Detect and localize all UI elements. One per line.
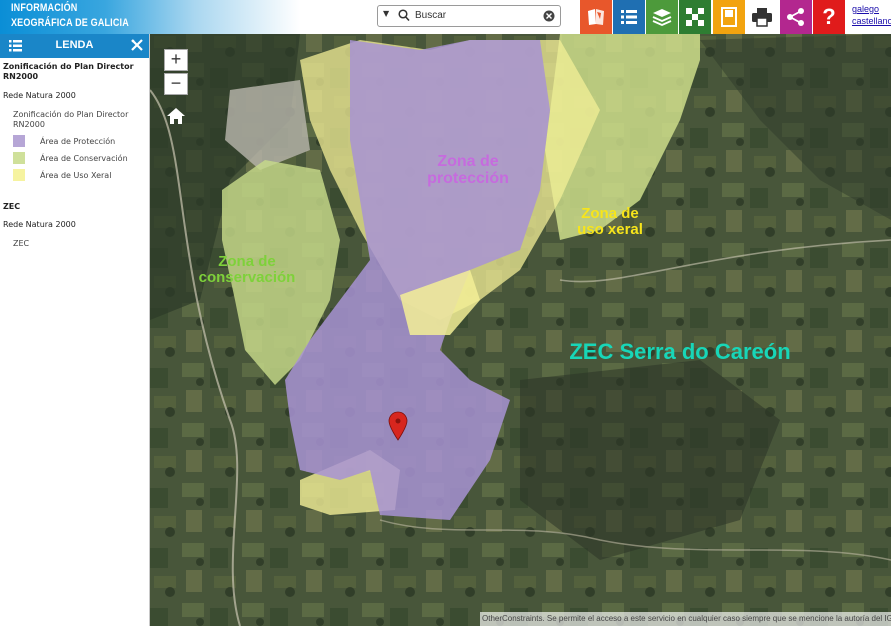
legend-item-conservacion: Área de Conservación (40, 154, 128, 163)
grid-button[interactable] (679, 0, 711, 34)
map-book-icon (588, 9, 604, 25)
map-attribution: OtherConstraints. Se permite el acceso a… (480, 612, 891, 626)
layers-icon (652, 9, 672, 26)
map-book-button[interactable] (580, 0, 612, 34)
satellite-basemap[interactable] (150, 34, 891, 626)
lang-castellano-link[interactable]: castellano (852, 15, 891, 27)
search-input[interactable]: Buscar (415, 10, 446, 21)
lang-galego-link[interactable]: galego (852, 3, 891, 15)
grid-icon (686, 8, 704, 26)
swatch-proteccion (13, 135, 25, 147)
print-icon (752, 8, 772, 27)
help-button[interactable]: ? (813, 0, 845, 34)
close-legend-icon[interactable] (131, 39, 143, 51)
swatch-conservacion (13, 152, 25, 164)
logo-line-1: INFORMACIÓN (11, 2, 78, 14)
legend-panel: LENDA Zonificación do Plan Director RN20… (0, 34, 150, 626)
label-zona-conservacion: Zona de conservación (198, 253, 296, 286)
bookmark-button[interactable] (713, 0, 745, 34)
swatch-uso-xeral (13, 169, 25, 181)
label-zona-uso-xeral: Zona de uso xeral (577, 205, 643, 238)
list-button[interactable] (613, 0, 645, 34)
bookmark-icon (721, 7, 737, 27)
layers-button[interactable] (646, 0, 678, 34)
home-icon[interactable] (166, 106, 186, 126)
help-icon: ? (822, 4, 836, 29)
legend-group-zec-title: ZEC (3, 202, 21, 211)
search-box[interactable]: ▼ Buscar (377, 5, 561, 27)
list-icon (621, 10, 637, 24)
legend-item-proteccion: Área de Protección (40, 137, 116, 146)
legend-item-uso-xeral: Área de Uso Xeral (40, 171, 112, 180)
zoom-out-button[interactable]: − (164, 73, 188, 95)
language-switch: galego castellano (852, 3, 891, 27)
logo-line-2: XEOGRÁFICA DE GALICIA (11, 17, 129, 29)
search-dropdown-icon[interactable]: ▼ (383, 9, 389, 18)
legend-group-title: Zonificación do Plan Director RN2000 (3, 62, 134, 81)
print-button[interactable] (746, 0, 778, 34)
label-zec-serra-careon: ZEC Serra do Careón (569, 339, 791, 364)
legend-sublayer-zec: ZEC (13, 239, 30, 248)
map-view[interactable]: Zona de protección Zona de conservación … (150, 34, 891, 626)
zoom-in-button[interactable]: + (164, 49, 188, 71)
legend-title: LENDA (55, 39, 94, 51)
legend-sublayer-name: Zonificación do Plan Director RN2000 (13, 110, 129, 129)
clear-search-icon[interactable] (543, 10, 555, 22)
legend-header: LENDA (0, 34, 149, 58)
label-zona-proteccion: Zona de protección (427, 153, 509, 187)
legend-layer-zec: Rede Natura 2000 (3, 220, 76, 229)
search-icon (398, 9, 410, 22)
site-logo[interactable]: INFORMACIÓN XEOGRÁFICA DE GALICIA (0, 0, 300, 34)
share-icon (787, 8, 804, 26)
legend-layer-name: Rede Natura 2000 (3, 91, 76, 100)
top-bar: INFORMACIÓN XEOGRÁFICA DE GALICIA ▼ Busc… (0, 0, 891, 34)
share-button[interactable] (780, 0, 812, 34)
